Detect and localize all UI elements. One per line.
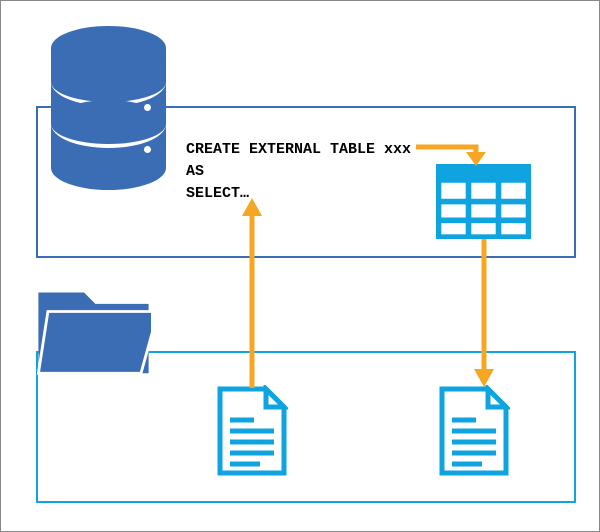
- document-output-icon: [438, 385, 510, 477]
- sql-statement: CREATE EXTERNAL TABLE xxx AS SELECT…: [186, 139, 411, 204]
- folder-icon: [36, 283, 151, 378]
- document-source-icon: [216, 385, 288, 477]
- database-icon: [51, 26, 166, 186]
- sql-line-2: AS: [186, 163, 204, 180]
- sql-line-3: SELECT…: [186, 185, 249, 202]
- diagram-stage: CREATE EXTERNAL TABLE xxx AS SELECT…: [1, 1, 599, 531]
- sql-line-1: CREATE EXTERNAL TABLE xxx: [186, 141, 411, 158]
- table-grid-icon: [436, 164, 531, 239]
